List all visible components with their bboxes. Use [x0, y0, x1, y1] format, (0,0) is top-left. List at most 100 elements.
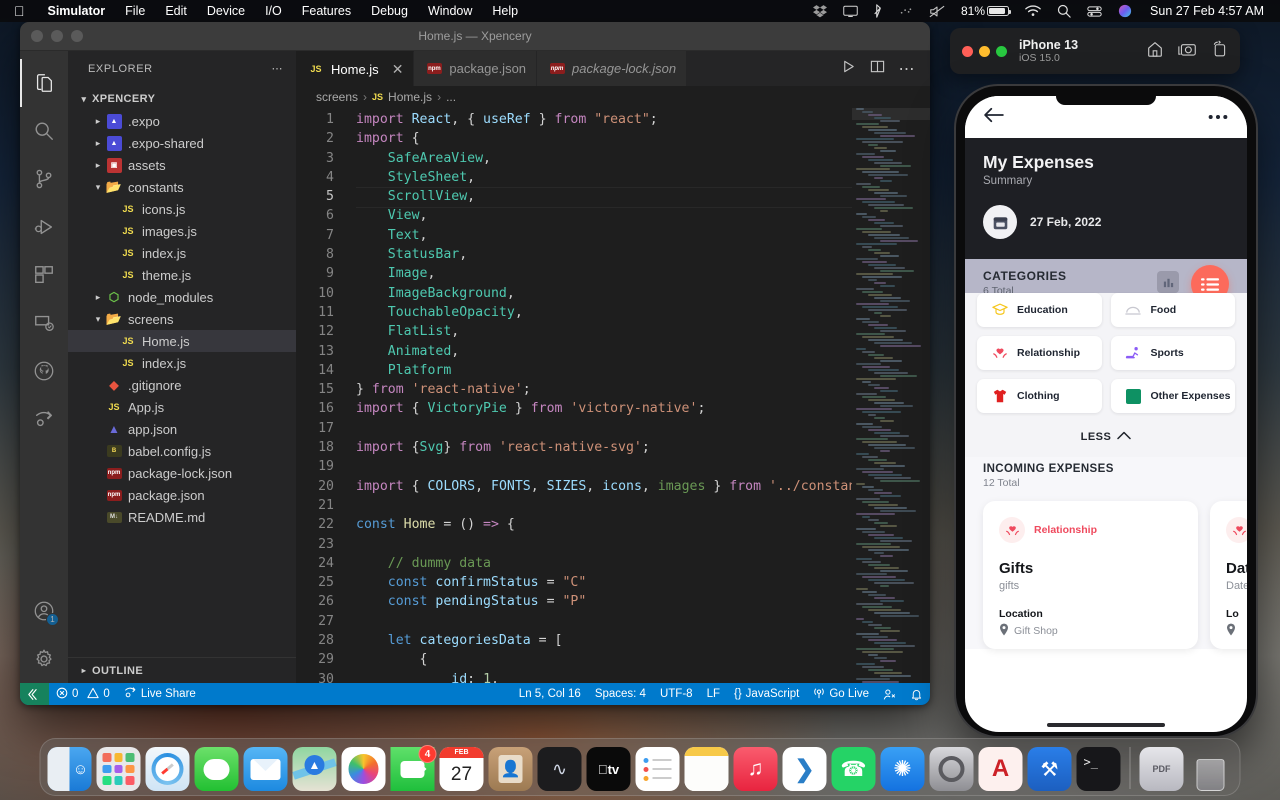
file-encoding[interactable]: UTF-8: [653, 683, 700, 705]
rotate-icon[interactable]: [1211, 40, 1228, 63]
dock-item-whatsapp[interactable]: ☎: [831, 747, 876, 791]
activity-accounts-icon[interactable]: 1: [20, 587, 68, 635]
activity-run-and-debug-icon[interactable]: [20, 203, 68, 251]
breadcrumb-item-1[interactable]: Home.js: [388, 90, 432, 104]
phone-screen[interactable]: My Expenses Summary 27 Feb, 2022 CATEGOR…: [965, 96, 1247, 732]
apple-icon[interactable]: : [0, 4, 38, 18]
dock-item-podcasts[interactable]: ∿: [537, 747, 582, 791]
search-icon[interactable]: [1049, 4, 1079, 18]
category-card-relationship[interactable]: Relationship: [977, 336, 1102, 370]
live-share-status[interactable]: Live Share: [117, 683, 203, 705]
source-code[interactable]: 1 import React, { useRef } from "react"; 2…: [296, 108, 930, 683]
activity-live-share-icon[interactable]: [20, 395, 68, 443]
dock-item-photos[interactable]: [341, 747, 386, 791]
menu-item-features[interactable]: Features: [292, 4, 361, 18]
less-toggle[interactable]: LESS: [965, 419, 1247, 457]
split-editor-icon[interactable]: [870, 59, 885, 79]
category-card-food[interactable]: Food: [1110, 293, 1235, 327]
more-actions-icon[interactable]: ⋯: [899, 59, 917, 79]
menu-item-debug[interactable]: Debug: [361, 4, 418, 18]
home-icon[interactable]: [1146, 40, 1164, 63]
tree-item-assets[interactable]: ▸ ▣ assets: [68, 154, 296, 176]
dock-item-contacts[interactable]: 👤: [488, 747, 533, 791]
dock-item-vscode[interactable]: ❯: [782, 747, 827, 791]
feedback-icon[interactable]: [876, 683, 903, 705]
activity-source-control-icon[interactable]: [20, 155, 68, 203]
editor-tab-package-lock-json[interactable]: npm package-lock.json: [537, 51, 688, 86]
tree-item-app-json[interactable]: ▲ app.json: [68, 418, 296, 440]
menu-item-file[interactable]: File: [115, 4, 155, 18]
dock-item-system-preferences[interactable]: [929, 747, 974, 791]
tree-item-theme-js[interactable]: JS theme.js: [68, 264, 296, 286]
ellipsis-icon[interactable]: [1207, 108, 1229, 126]
expense-card[interactable]: Relationship Date Date Lo: [1210, 501, 1247, 649]
simulator-minimize-button[interactable]: [979, 45, 990, 57]
tree-item-icons-js[interactable]: JS icons.js: [68, 198, 296, 220]
tree-item-package-lock-json[interactable]: npm package-lock.json: [68, 462, 296, 484]
dock-item-notes[interactable]: [684, 747, 729, 791]
bluetooth-icon[interactable]: [866, 4, 891, 18]
menu-item-edit[interactable]: Edit: [155, 4, 197, 18]
activity-settings-gear-icon[interactable]: [20, 635, 68, 683]
breadcrumb-item-0[interactable]: screens: [316, 90, 358, 104]
simulator-close-button[interactable]: [962, 45, 973, 57]
screenshot-icon[interactable]: [1178, 40, 1197, 63]
control-center-icon[interactable]: [1079, 5, 1110, 18]
close-icon[interactable]: ✕: [392, 61, 404, 78]
breadcrumb[interactable]: screens › JS Home.js › ...: [296, 86, 930, 108]
tree-item-readme-md[interactable]: M↓ README.md: [68, 506, 296, 528]
tree-item-home-js[interactable]: JS Home.js: [68, 330, 296, 352]
category-card-clothing[interactable]: Clothing: [977, 379, 1102, 413]
wifi-icon[interactable]: [1017, 5, 1049, 17]
activity-explorer-icon[interactable]: [20, 59, 68, 107]
indentation-setting[interactable]: Spaces: 4: [588, 683, 653, 705]
editor-scrollbar[interactable]: [916, 108, 930, 683]
dock-item-xcode[interactable]: ⚒: [1027, 747, 1072, 791]
dock-item-reminders[interactable]: [635, 747, 680, 791]
dock-item-calendar[interactable]: FEB 27: [439, 747, 484, 791]
dock-item-terminal[interactable]: >_: [1076, 747, 1121, 791]
tree-item-screens[interactable]: ▾ 📂 screens: [68, 308, 296, 330]
dock-item-maps[interactable]: ▲: [292, 747, 337, 791]
dropbox-icon[interactable]: [805, 4, 835, 18]
dock-item-apple-tv[interactable]: tv: [586, 747, 631, 791]
tree-item-index-js[interactable]: JS index.js: [68, 242, 296, 264]
breadcrumb-item-2[interactable]: ...: [446, 90, 456, 104]
siri-icon[interactable]: [1110, 4, 1140, 18]
activity-github-icon[interactable]: [20, 347, 68, 395]
menu-item-help[interactable]: Help: [482, 4, 528, 18]
tree-item-package-json[interactable]: npm package.json: [68, 484, 296, 506]
cursor-position[interactable]: Ln 5, Col 16: [512, 683, 588, 705]
volume-mute-icon[interactable]: [921, 5, 953, 18]
dock-item-finder[interactable]: ☺: [47, 747, 92, 791]
tree-item--gitignore[interactable]: ◆ .gitignore: [68, 374, 296, 396]
tree-item-constants[interactable]: ▾ 📂 constants: [68, 176, 296, 198]
ellipsis-icon[interactable]: ⋯: [272, 62, 285, 75]
tree-item-images-js[interactable]: JS images.js: [68, 220, 296, 242]
tree-item-app-js[interactable]: JS App.js: [68, 396, 296, 418]
category-card-other-expenses[interactable]: Other Expenses: [1110, 379, 1235, 413]
dock-item-mail[interactable]: [243, 747, 288, 791]
dock-item-launchpad[interactable]: [96, 747, 141, 791]
back-arrow-icon[interactable]: [983, 107, 1005, 128]
dock-item-facetime[interactable]: 4: [390, 745, 437, 791]
category-card-education[interactable]: Education: [977, 293, 1102, 327]
dock-item-messages[interactable]: [194, 747, 239, 791]
dock-item-safari[interactable]: [145, 747, 190, 791]
display-icon[interactable]: [835, 5, 866, 18]
menu-item-window[interactable]: Window: [418, 4, 482, 18]
dock-item-acrobat[interactable]: A: [978, 747, 1023, 791]
simulator-maximize-button[interactable]: [996, 45, 1007, 57]
dock-item-downloads-stack[interactable]: PDF: [1139, 747, 1184, 791]
language-mode[interactable]: {} JavaScript: [727, 683, 806, 705]
menu-item-io[interactable]: I/O: [255, 4, 292, 18]
dock-item-music[interactable]: ♫: [733, 747, 778, 791]
outline-section-header[interactable]: ▸ OUTLINE: [68, 657, 296, 683]
editor-tab-package-json[interactable]: npm package.json: [414, 51, 538, 86]
activity-remote-explorer-icon[interactable]: [20, 299, 68, 347]
menu-item-simulator[interactable]: Simulator: [38, 4, 116, 18]
incoming-expense-list[interactable]: RelationshipGiftsgiftsLocationGift ShopR…: [965, 489, 1247, 649]
expense-card[interactable]: Relationship Gifts gifts Location Gift Shop: [983, 501, 1198, 649]
code-editor[interactable]: 1 import React, { useRef } from "react"; 2…: [296, 108, 930, 683]
date-selector[interactable]: 27 Feb, 2022: [983, 205, 1229, 239]
